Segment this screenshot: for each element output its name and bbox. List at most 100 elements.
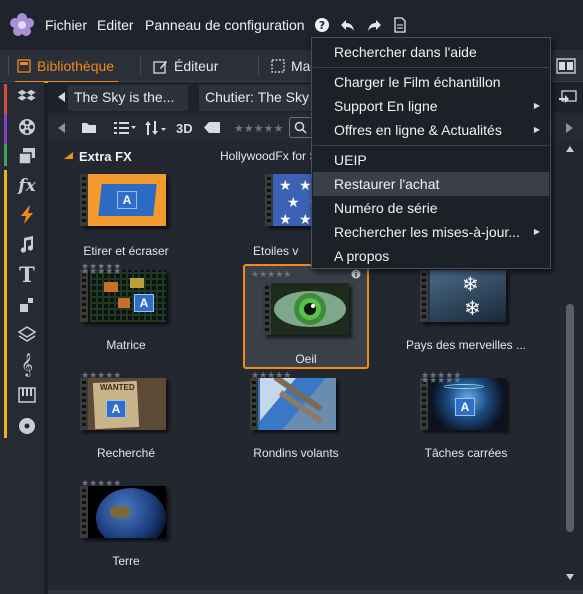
item-rating[interactable]: ★★★★★ <box>251 269 291 280</box>
svg-text:★: ★ <box>279 211 292 226</box>
collection-tab-1[interactable]: The Sky is the... <box>68 85 188 111</box>
thumbnail: A <box>80 270 166 322</box>
edit-icon <box>153 60 167 74</box>
library-icon <box>17 59 31 73</box>
item-label: Tâches carrées <box>424 446 508 460</box>
group-right-label: HollywoodFx for S <box>220 149 318 163</box>
thumbnail <box>263 283 349 335</box>
layers-icon[interactable] <box>16 324 38 346</box>
menu-item-restaurer-achat[interactable]: Restaurer l'achat <box>313 172 549 196</box>
library-item[interactable]: A Tâches carrées <box>403 378 529 482</box>
rating-filter[interactable]: ★★★★★ <box>234 122 283 135</box>
stack-icon[interactable] <box>16 145 38 167</box>
tab-label: Bibliothèque <box>37 58 115 74</box>
puzzle-icon[interactable] <box>16 294 38 316</box>
undo-icon[interactable] <box>340 17 356 33</box>
library-item[interactable]: A Matrice <box>63 270 189 374</box>
menu-item-label: Restaurer l'achat <box>334 176 440 192</box>
tab-editeur[interactable]: Éditeur <box>153 50 218 82</box>
item-label: Recherché <box>96 446 156 460</box>
library-item[interactable]: ❄ ❄ Pays des merveilles ... <box>403 270 529 374</box>
thumbnail <box>80 486 166 538</box>
item-label: Matrice <box>106 338 146 352</box>
svg-text:★: ★ <box>299 211 312 226</box>
svg-text:★: ★ <box>279 177 292 193</box>
search-icon <box>294 121 307 134</box>
lightning-icon[interactable] <box>16 204 38 226</box>
scrollbar-thumb[interactable] <box>566 304 574 532</box>
menu-item-label: Charger le Film échantillon <box>334 74 501 90</box>
layout-toggle-icon[interactable] <box>556 58 576 74</box>
menu-item-numero-serie[interactable]: Numéro de série <box>313 196 549 220</box>
music-note-icon[interactable] <box>16 234 38 256</box>
item-rating[interactable]: ★★★★★ <box>81 266 121 277</box>
svg-text:★: ★ <box>299 177 312 193</box>
menu-item-ueip[interactable]: UEIP <box>313 148 549 172</box>
submenu-arrow-icon: ▶ <box>533 227 540 236</box>
nav-back-icon[interactable] <box>58 123 65 133</box>
menu-item-a-propos[interactable]: A propos <box>313 244 549 268</box>
menu-item-mises-a-jour[interactable]: Rechercher les mises-à-jour... ▶ <box>313 220 549 244</box>
menu-item-charger-film[interactable]: Charger le Film échantillon <box>313 70 549 94</box>
info-icon[interactable] <box>351 269 361 279</box>
menu-item-label: Numéro de série <box>334 200 438 216</box>
stereo-3d-filter[interactable]: 3D <box>176 121 193 136</box>
menu-item-label: Rechercher dans l'aide <box>334 44 477 60</box>
category-rail: fx T 𝄞 <box>0 82 44 594</box>
piano-icon[interactable] <box>16 384 38 406</box>
app-logo-icon <box>10 13 34 36</box>
menu-item-rechercher-aide[interactable]: Rechercher dans l'aide <box>313 40 549 64</box>
help-icon[interactable]: ? <box>314 17 330 33</box>
nav-forward-icon[interactable] <box>566 123 573 133</box>
svg-text:★: ★ <box>287 194 300 210</box>
menu-item-label: Support En ligne <box>334 98 438 114</box>
menu-panneau-de-configuration[interactable]: Panneau de configuration <box>145 17 305 33</box>
item-label: Pays des merveilles ... <box>405 338 527 352</box>
tab-label: Éditeur <box>174 58 219 74</box>
thumbnail: A <box>80 174 166 226</box>
item-rating[interactable]: ★★★★★ <box>421 375 461 386</box>
item-label: Rondins volants <box>253 446 339 460</box>
fx-icon[interactable]: fx <box>16 175 38 197</box>
library-item[interactable]: Rondins volants <box>233 378 359 482</box>
library-item[interactable]: Terre <box>63 486 189 590</box>
menu-editer[interactable]: Editer <box>97 17 134 33</box>
text-icon[interactable]: T <box>16 262 38 287</box>
submenu-arrow-icon: ▶ <box>533 125 540 134</box>
library-item-selected[interactable]: ★★★★★ Oeil <box>243 264 369 369</box>
menu-item-support-en-ligne[interactable]: Support En ligne ▶ <box>313 94 549 118</box>
collapse-arrow-icon[interactable] <box>64 152 73 159</box>
thumbnail: WANTED A <box>80 378 166 430</box>
import-icon[interactable] <box>558 89 578 105</box>
vertical-scrollbar[interactable] <box>565 142 575 588</box>
film-reel-icon[interactable] <box>16 116 38 138</box>
library-item[interactable]: A Etirer et écraser <box>63 168 189 272</box>
menu-item-offres[interactable]: Offres en ligne & Actualités ▶ <box>313 118 549 142</box>
group-title: Extra FX <box>79 149 132 164</box>
mask-icon <box>271 59 285 73</box>
folder-icon[interactable] <box>81 121 97 134</box>
thumbnail: ❄ ❄ <box>420 270 506 322</box>
thumbnail <box>250 378 336 430</box>
item-label: Etirer et écraser <box>83 244 169 258</box>
submenu-arrow-icon: ▶ <box>533 101 540 110</box>
menu-fichier[interactable]: Fichier <box>45 17 87 33</box>
treble-clef-icon[interactable]: 𝄞 <box>16 354 38 376</box>
scroll-up-icon[interactable] <box>566 146 574 152</box>
view-list-icon[interactable] <box>114 121 136 135</box>
tab-bibliotheque[interactable]: Bibliothèque <box>14 50 119 83</box>
menu-item-label: Offres en ligne & Actualités <box>334 122 502 138</box>
help-dropdown-menu: Rechercher dans l'aide Charger le Film é… <box>311 37 551 269</box>
scroll-down-icon[interactable] <box>566 574 574 580</box>
dropbox-icon[interactable] <box>16 86 38 108</box>
document-icon[interactable] <box>392 17 408 33</box>
sort-icon[interactable] <box>145 120 167 136</box>
menu-item-label: A propos <box>334 248 390 264</box>
disc-icon[interactable] <box>16 415 38 437</box>
redo-icon[interactable] <box>366 17 382 33</box>
tag-icon[interactable] <box>204 122 220 133</box>
library-item[interactable]: WANTED A Recherché <box>63 378 189 482</box>
collection-tab-2[interactable]: Chutier: The Sky i <box>199 85 314 111</box>
item-label: Oeil <box>295 352 317 366</box>
scroll-left-icon[interactable] <box>58 92 66 102</box>
